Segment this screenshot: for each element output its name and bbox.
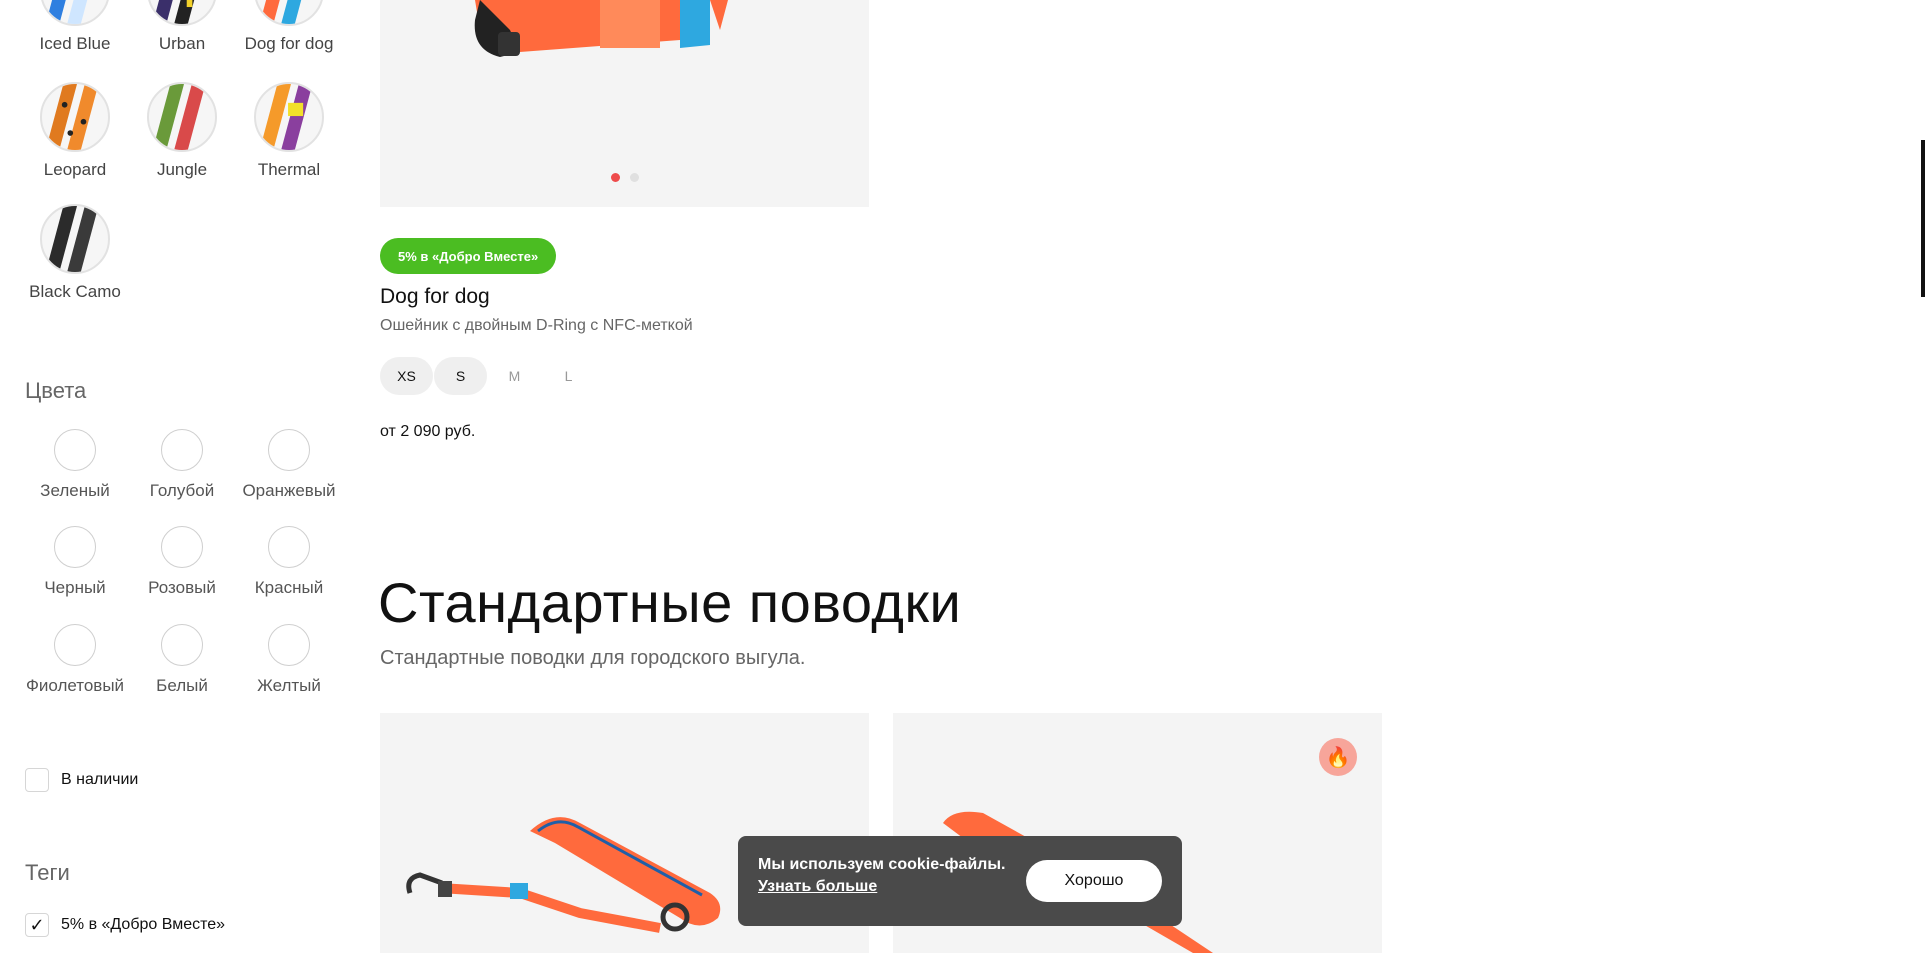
color-label: Фиолетовый: [25, 676, 125, 695]
size-xs[interactable]: XS: [380, 357, 433, 395]
carousel-dot-1[interactable]: [610, 173, 620, 182]
size-l[interactable]: L: [542, 357, 595, 395]
collection-urban[interactable]: Urban: [122, 0, 242, 54]
collection-label: Black Camo: [29, 282, 121, 301]
collection-jungle[interactable]: Jungle: [122, 82, 242, 180]
color-option-red[interactable]: Красный: [229, 526, 349, 598]
leopard-swatch-icon: [40, 82, 110, 152]
color-label: Красный: [254, 578, 324, 597]
in-stock-filter[interactable]: В наличии: [25, 768, 138, 792]
color-label: Черный: [44, 578, 106, 597]
color-radio[interactable]: [268, 624, 310, 666]
product-name[interactable]: Dog for dog: [380, 285, 490, 309]
tag-label: 5% в «Добро Вместе»: [61, 916, 226, 933]
collection-label: Iced Blue: [39, 34, 111, 53]
color-label: Оранжевый: [242, 481, 336, 500]
section-subtitle: Стандартные поводки для городского выгул…: [380, 647, 806, 669]
tags-title: Теги: [25, 860, 70, 885]
in-stock-checkbox[interactable]: [25, 768, 49, 792]
iced-blue-swatch-icon: [40, 0, 110, 26]
color-option-green[interactable]: Зеленый: [15, 429, 135, 501]
collection-thermal[interactable]: Thermal: [229, 82, 349, 180]
dog-for-dog-swatch-icon: [254, 0, 324, 26]
collection-dog-for-dog[interactable]: Dog for dog: [229, 0, 349, 54]
product-description: Ошейник с двойным D-Ring с NFC-меткой: [380, 317, 693, 334]
scrollbar-thumb[interactable]: [1921, 140, 1925, 297]
size-selector: XS S M L: [380, 357, 596, 395]
size-s[interactable]: S: [434, 357, 487, 395]
color-label: Зеленый: [40, 481, 110, 500]
color-option-black[interactable]: Черный: [15, 526, 135, 598]
color-radio[interactable]: [268, 526, 310, 568]
color-option-orange[interactable]: Оранжевый: [229, 429, 349, 501]
black-camo-swatch-icon: [40, 204, 110, 274]
color-option-pink[interactable]: Розовый: [122, 526, 242, 598]
fire-icon: 🔥: [1325, 746, 1351, 769]
in-stock-label: В наличии: [61, 771, 139, 788]
collection-black-camo[interactable]: Black Camo: [15, 204, 135, 302]
jungle-swatch-icon: [147, 82, 217, 152]
section-title: Стандартные поводки: [378, 571, 962, 634]
checkmark-icon: ✓: [29, 914, 45, 935]
color-label: Голубой: [149, 481, 215, 500]
collection-leopard[interactable]: Leopard: [15, 82, 135, 180]
color-label: Желтый: [257, 676, 321, 695]
size-m[interactable]: M: [488, 357, 541, 395]
color-option-lightblue[interactable]: Голубой: [122, 429, 242, 501]
collection-label: Urban: [158, 34, 206, 53]
hot-badge: 🔥: [1319, 738, 1357, 776]
color-radio[interactable]: [54, 526, 96, 568]
collection-label: Thermal: [257, 160, 321, 179]
tag-filter-dobro[interactable]: ✓ 5% в «Добро Вместе»: [25, 913, 225, 937]
color-option-yellow[interactable]: Желтый: [229, 624, 349, 696]
collection-label: Leopard: [43, 160, 107, 179]
collection-label: Jungle: [156, 160, 208, 179]
urban-swatch-icon: [147, 0, 217, 26]
cookie-accept-button[interactable]: Хорошо: [1026, 860, 1162, 902]
color-option-white[interactable]: Белый: [122, 624, 242, 696]
collection-iced-blue[interactable]: Iced Blue: [15, 0, 135, 54]
color-radio[interactable]: [268, 429, 310, 471]
color-radio[interactable]: [161, 429, 203, 471]
color-radio[interactable]: [161, 624, 203, 666]
charity-badge: 5% в «Добро Вместе»: [380, 238, 557, 274]
color-radio[interactable]: [54, 429, 96, 471]
color-option-purple[interactable]: Фиолетовый: [15, 624, 135, 696]
color-label: Белый: [156, 676, 208, 695]
collection-label: Dog for dog: [244, 34, 334, 53]
color-label: Розовый: [148, 578, 216, 597]
filter-sidebar: Iced Blue Urban Dog for dog Leopard Jung…: [0, 0, 360, 938]
carousel-dot-2[interactable]: [629, 173, 639, 182]
color-radio[interactable]: [161, 526, 203, 568]
color-radio[interactable]: [54, 624, 96, 666]
colors-title: Цвета: [25, 378, 87, 403]
carousel-dots: [380, 173, 869, 182]
cookie-banner: Мы используем cookie-файлы. Узнать больш…: [738, 836, 1182, 926]
thermal-swatch-icon: [254, 82, 324, 152]
tag-checkbox[interactable]: ✓: [25, 913, 49, 937]
product-price: от 2 090 руб.: [380, 423, 476, 440]
product-image-carousel[interactable]: [380, 0, 869, 207]
